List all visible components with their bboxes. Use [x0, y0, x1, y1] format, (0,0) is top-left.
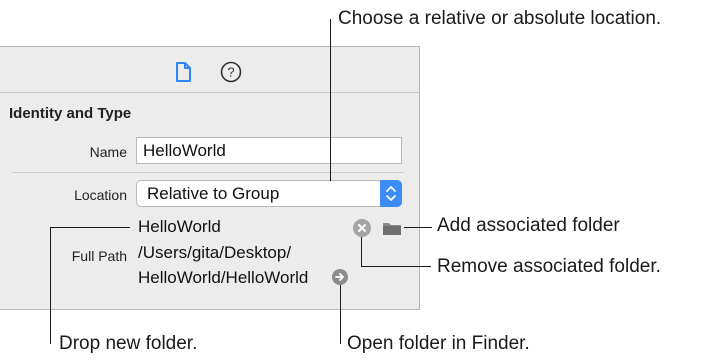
full-path-line2: HelloWorld/HelloWorld — [138, 268, 309, 287]
callout-line-drop-h — [50, 227, 130, 228]
callout-line-remove-h — [361, 266, 431, 267]
callout-remove-folder: Remove associated folder. — [437, 256, 661, 277]
callout-choose-location: Choose a relative or absolute location. — [338, 8, 662, 29]
quick-help-icon[interactable]: ? — [220, 61, 242, 83]
open-in-finder-button[interactable] — [332, 269, 348, 285]
location-popup[interactable]: Relative to Group — [136, 180, 402, 207]
callout-line-location — [330, 19, 331, 181]
callout-drop-folder: Drop new folder. — [59, 333, 198, 354]
close-icon — [358, 224, 366, 232]
arrow-right-icon — [335, 273, 344, 281]
full-path-line1: /Users/gita/Desktop/ — [138, 243, 292, 262]
callout-open-finder: Open folder in Finder. — [347, 333, 530, 354]
name-field[interactable]: HelloWorld — [136, 137, 402, 164]
remove-folder-button[interactable] — [353, 219, 371, 237]
callout-line-remove-v — [361, 237, 362, 267]
callout-line-open-finder — [340, 285, 341, 344]
popup-arrows-icon — [380, 180, 402, 207]
help-glyph: ? — [227, 65, 234, 80]
file-inspector-icon[interactable] — [172, 61, 194, 83]
name-label: Name — [89, 144, 127, 160]
inspector-toolbar: ? — [0, 47, 419, 93]
callout-line-add-folder — [404, 227, 432, 228]
location-selected: Relative to Group — [147, 184, 280, 203]
divider — [12, 172, 404, 173]
add-folder-button[interactable] — [382, 220, 402, 241]
inspector-panel: ? Identity and Type Name HelloWorld Loca… — [0, 46, 420, 310]
full-path-label: Full Path — [71, 248, 127, 264]
folder-drop-value[interactable]: HelloWorld — [138, 217, 221, 237]
callout-add-folder: Add associated folder — [437, 215, 620, 236]
callout-line-drop-v — [50, 227, 51, 344]
folder-icon — [383, 223, 401, 235]
location-label: Location — [74, 187, 127, 203]
section-title: Identity and Type — [9, 105, 132, 122]
